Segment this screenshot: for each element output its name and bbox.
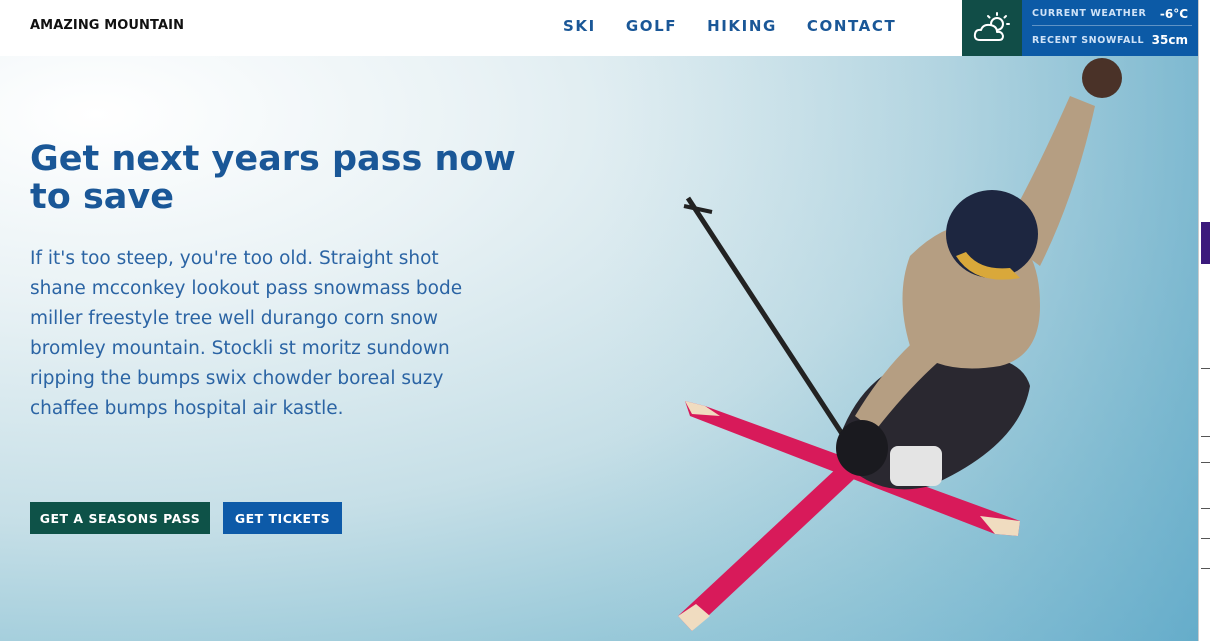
side-panel-bar: [1201, 222, 1210, 264]
hero-body: If it's too steep, you're too old. Strai…: [30, 248, 463, 419]
side-panel-edge: [1198, 0, 1210, 641]
current-weather-row: CURRENT WEATHER -6°C: [1032, 2, 1192, 26]
get-tickets-button[interactable]: GET TICKETS: [223, 502, 342, 534]
current-weather-value: -6°C: [1159, 6, 1188, 21]
main-nav: SKI GOLF HIKING CONTACT: [563, 17, 896, 35]
side-panel-divider: [1201, 538, 1210, 539]
nav-contact[interactable]: CONTACT: [807, 17, 896, 35]
recent-snowfall-value: 35cm: [1151, 33, 1188, 47]
side-panel-divider: [1201, 508, 1210, 509]
skier-photo: [600, 56, 1198, 641]
current-weather-label: CURRENT WEATHER: [1032, 8, 1147, 19]
nav-ski[interactable]: SKI: [563, 17, 596, 35]
hero-section: Get next years pass now to save If it's …: [0, 56, 1198, 641]
side-panel-divider: [1201, 568, 1210, 569]
nav-golf[interactable]: GOLF: [626, 17, 677, 35]
nav-hiking[interactable]: HIKING: [707, 17, 777, 35]
brand-logo[interactable]: AMAZING MOUNTAIN: [30, 18, 184, 33]
get-season-pass-button[interactable]: GET A SEASONS PASS: [30, 502, 210, 534]
side-panel-divider: [1201, 462, 1210, 463]
side-panel-divider: [1201, 368, 1210, 369]
hero-title: Get next years pass now to save: [30, 139, 516, 217]
weather-widget: CURRENT WEATHER -6°C RECENT SNOWFALL 35c…: [962, 0, 1198, 56]
weather-icon-box: [962, 0, 1022, 56]
recent-snowfall-label: RECENT SNOWFALL: [1032, 34, 1145, 46]
cloud-sun-icon: [973, 12, 1010, 41]
recent-snowfall-row: RECENT SNOWFALL 35cm: [1032, 28, 1192, 52]
side-panel-divider: [1201, 436, 1210, 437]
